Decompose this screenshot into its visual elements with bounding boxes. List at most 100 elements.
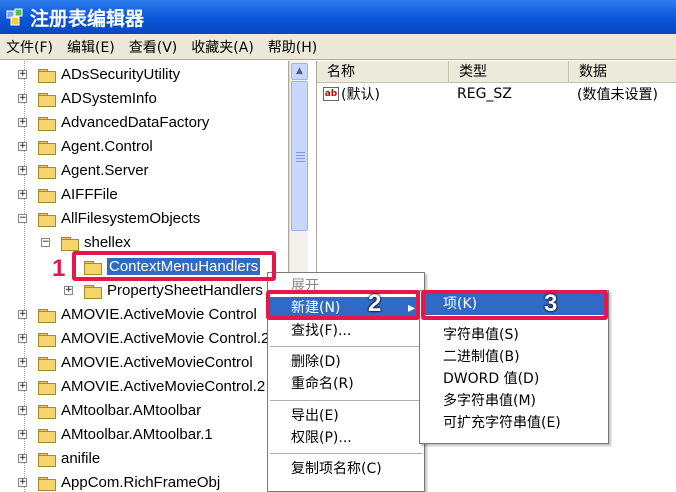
tree-item[interactable]: Agent.Server (38, 158, 149, 182)
expand-icon[interactable]: + (18, 118, 27, 127)
tree-item-label: shellex (84, 233, 131, 251)
expand-icon[interactable]: + (18, 406, 27, 415)
annotation-box-1 (72, 251, 276, 281)
tree-item[interactable]: anifile (38, 446, 100, 470)
menu-item-label: 删除(D) (291, 353, 341, 370)
annotation-number-2: 2 (368, 290, 382, 317)
menu-item[interactable]: 可扩充字符串值(E) (421, 412, 607, 434)
menu-item[interactable]: 二进制值(B) (421, 346, 607, 368)
tree-item[interactable]: AMOVIE.ActiveMovieControl (38, 350, 253, 374)
collapse-icon[interactable]: − (18, 214, 27, 223)
annotation-number-1: 1 (52, 255, 66, 282)
expand-icon[interactable]: + (18, 334, 27, 343)
collapse-icon[interactable]: − (41, 238, 50, 247)
menu-item-label: 导出(E) (291, 407, 339, 424)
folder-icon (38, 139, 56, 155)
menu-item[interactable]: 导出(E) (269, 405, 423, 427)
folder-icon (38, 451, 56, 467)
folder-icon (38, 307, 56, 323)
folder-icon (38, 211, 56, 227)
expand-icon[interactable]: + (18, 190, 27, 199)
expand-icon[interactable]: + (18, 478, 27, 487)
tree-item-label: Agent.Control (61, 137, 153, 155)
column-type[interactable]: 类型 (449, 61, 569, 83)
string-value-icon: ab (323, 87, 339, 101)
menu-item-0[interactable]: 文件(F) (6, 37, 53, 57)
folder-icon (84, 283, 102, 299)
tree-item[interactable]: ADSystemInfo (38, 86, 157, 110)
folder-icon (38, 403, 56, 419)
tree-item[interactable]: AllFilesystemObjects (38, 206, 200, 230)
expand-icon[interactable]: + (18, 358, 27, 367)
menu-item-label: 查找(F)... (291, 322, 352, 339)
tree-item[interactable]: ADsSecurityUtility (38, 62, 180, 86)
menu-item[interactable]: 复制项名称(C) (269, 458, 423, 480)
scroll-up-arrow-icon[interactable]: ▲ (291, 63, 308, 80)
tree-item[interactable]: AMOVIE.ActiveMovieControl.2 (38, 374, 265, 398)
menu-item[interactable]: 删除(D) (269, 351, 423, 373)
folder-icon (38, 187, 56, 203)
column-header: 名称 类型 数据 (317, 61, 676, 83)
menu-item-1[interactable]: 编辑(E) (67, 37, 115, 57)
menu-bar: 文件(F) 编辑(E) 查看(V) 收藏夹(A) 帮助(H) (0, 34, 676, 60)
tree-item-label: AMtoolbar.AMtoolbar.1 (61, 425, 213, 443)
folder-icon (38, 331, 56, 347)
tree-item-label: ADSystemInfo (61, 89, 157, 107)
tree-item[interactable]: AMOVIE.ActiveMovie Control.2 (38, 326, 269, 350)
expand-icon[interactable]: + (18, 142, 27, 151)
menu-item[interactable]: 权限(P)... (269, 427, 423, 449)
tree-item[interactable]: AMOVIE.ActiveMovie Control (38, 302, 257, 326)
menu-separator (270, 453, 422, 455)
expand-icon[interactable]: + (18, 382, 27, 391)
menu-item-label: 多字符串值(M) (443, 393, 537, 409)
tree-item[interactable]: AMtoolbar.AMtoolbar (38, 398, 201, 422)
tree-item[interactable]: AMtoolbar.AMtoolbar.1 (38, 422, 213, 446)
menu-item-2[interactable]: 查看(V) (129, 37, 178, 57)
tree-item[interactable]: AppCom.RichFrameObj (38, 470, 220, 492)
tree-item[interactable]: Agent.Control (38, 134, 153, 158)
tree-item-label: anifile (61, 449, 101, 467)
menu-item[interactable]: 多字符串值(M) (421, 390, 607, 412)
value-row[interactable]: ab (默认) REG_SZ (数值未设置) (317, 84, 658, 104)
annotation-box-2 (266, 290, 420, 320)
annotation-number-3: 3 (544, 290, 558, 317)
menu-item[interactable]: DWORD 值(D) (421, 368, 607, 390)
folder-icon (38, 115, 56, 131)
expand-icon[interactable]: + (18, 310, 27, 319)
expand-icon[interactable]: + (18, 166, 27, 175)
title-bar[interactable]: 注册表编辑器 (0, 0, 676, 34)
tree-item[interactable]: AdvancedDataFactory (38, 110, 209, 134)
column-data[interactable]: 数据 (569, 61, 676, 83)
registry-app-icon (6, 8, 24, 26)
menu-item-label: 可扩充字符串值(E) (443, 415, 561, 431)
tree-item-label: ADsSecurityUtility (61, 65, 181, 83)
menu-item-label: 重命名(R) (291, 376, 354, 393)
tree-item[interactable]: AIFFFile (38, 182, 118, 206)
folder-icon (38, 379, 56, 395)
menu-item[interactable]: 字符串值(S) (421, 324, 607, 346)
menu-item-label: 二进制值(B) (443, 349, 520, 365)
tree-item-label: AppCom.RichFrameObj (61, 473, 221, 491)
menu-item-label: 字符串值(S) (443, 327, 519, 343)
value-type: REG_SZ (457, 86, 512, 102)
folder-icon (61, 235, 79, 251)
tree-item-label: AMOVIE.ActiveMovie Control.2 (61, 329, 270, 347)
column-name[interactable]: 名称 (317, 61, 449, 83)
expand-icon[interactable]: + (18, 70, 27, 79)
folder-icon (38, 163, 56, 179)
tree-item[interactable]: PropertySheetHandlers (84, 278, 263, 302)
scroll-thumb[interactable] (291, 81, 308, 231)
menu-separator (270, 345, 422, 347)
expand-icon[interactable]: + (18, 454, 27, 463)
expand-icon[interactable]: + (18, 94, 27, 103)
folder-icon (38, 427, 56, 443)
expand-icon[interactable]: + (18, 430, 27, 439)
menu-item[interactable]: 重命名(R) (269, 373, 423, 395)
menu-item-4[interactable]: 帮助(H) (268, 37, 317, 57)
expand-icon[interactable]: + (64, 286, 73, 295)
tree-item-label: Agent.Server (61, 161, 149, 179)
menu-item[interactable]: 查找(F)... (269, 320, 423, 342)
menu-item-3[interactable]: 收藏夹(A) (191, 37, 254, 57)
tree-item-label: AdvancedDataFactory (61, 113, 210, 131)
value-data: (数值未设置) (577, 87, 658, 103)
